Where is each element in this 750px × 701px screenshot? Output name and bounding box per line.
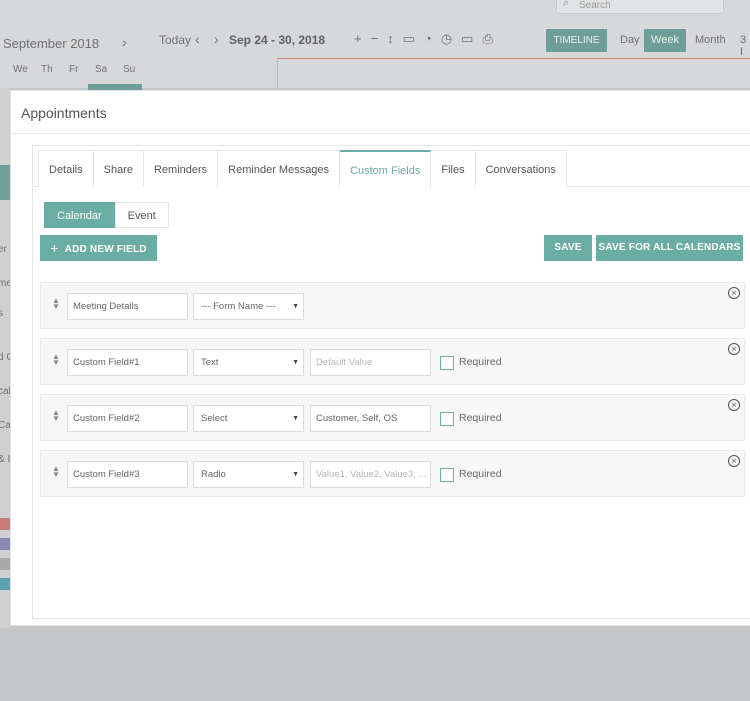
tab-details[interactable]: Details (38, 150, 94, 187)
caret-down-icon: ▼ (292, 303, 299, 310)
scope-subtabs: Calendar Event (44, 202, 169, 228)
field-name-input[interactable]: Custom Field#2 (67, 405, 188, 432)
plus-icon: + (50, 240, 59, 256)
drag-handle-icon[interactable]: ▲ ▼ (52, 353, 60, 367)
remove-field-icon[interactable]: × (728, 455, 740, 467)
default-value-input[interactable]: Default Value (310, 349, 431, 376)
custom-field-row: ▲ ▼ Custom Field#1 Text ▼ Default Value R… (40, 338, 745, 385)
weekday-label: Th (41, 64, 53, 75)
date-range: Sep 24 - 30, 2018 (229, 33, 326, 47)
field-type-select[interactable]: --- Form Name --- ▼ (193, 293, 304, 320)
weekday-label: Sa (95, 64, 108, 75)
chevron-right-icon[interactable]: › (122, 34, 127, 50)
remove-field-icon[interactable]: × (728, 343, 740, 355)
weekday-label: Su (123, 64, 136, 75)
required-label: Required (459, 468, 502, 480)
sidebar-item-fragment: & I (0, 454, 11, 465)
required-label: Required (459, 356, 502, 368)
field-type-select[interactable]: Text ▼ (193, 349, 304, 376)
subtab-event[interactable]: Event (114, 202, 169, 228)
sidebar-item-fragment: s (0, 308, 3, 319)
tab-files[interactable]: Files (431, 150, 476, 187)
add-new-field-button[interactable]: + ADD NEW FIELD (40, 235, 157, 261)
remove-field-icon[interactable]: × (728, 287, 740, 299)
caret-down-icon: ▼ (292, 415, 299, 422)
drag-handle-icon[interactable]: ▲ ▼ (52, 465, 60, 479)
modal-title: Appointments (21, 105, 107, 121)
calendar-color-chip (0, 518, 10, 530)
required-checkbox[interactable] (440, 468, 454, 482)
required-checkbox[interactable] (440, 412, 454, 426)
caret-down-icon: ▼ (292, 471, 299, 478)
caret-down-icon: ▼ (292, 359, 299, 366)
tab-custom-fields[interactable]: Custom Fields (340, 150, 432, 188)
chevron-right-icon[interactable]: › (214, 31, 219, 47)
weekday-label: We (13, 64, 28, 75)
options-input[interactable]: Value1, Value2, Value3, ... (310, 461, 431, 488)
tab-conversations[interactable]: Conversations (475, 150, 567, 187)
today-button[interactable]: Today (159, 33, 191, 47)
custom-field-row: ▲ ▼ Custom Field#3 Radio ▼ Value1, Value2… (40, 450, 745, 497)
three-day-view-button[interactable]: 3 I (740, 34, 750, 58)
day-view-button[interactable]: Day (620, 34, 640, 46)
appointments-modal: Appointments Details Share Reminders Rem… (10, 90, 750, 626)
sidebar-item-fragment: er (0, 244, 7, 255)
drag-handle-icon[interactable]: ▲ ▼ (52, 297, 60, 311)
zoom-toolbar-icons[interactable]: +−↕▭◔◷▭⎙ (354, 31, 502, 47)
divider (277, 58, 278, 90)
save-for-all-calendars-button[interactable]: SAVE FOR ALL CALENDARS (596, 235, 743, 261)
search-input[interactable]: ⌕ Search (556, 0, 724, 14)
timeline-view-button[interactable]: TIMELINE (546, 29, 607, 52)
tab-bar: Details Share Reminders Reminder Message… (33, 146, 750, 188)
mini-calendar-month: September 2018 (3, 36, 100, 51)
subtab-calendar[interactable]: Calendar (44, 202, 115, 228)
custom-field-row: ▲ ▼ Meeting Details --- Form Name --- ▼ × (40, 282, 745, 329)
settings-panel: Details Share Reminders Reminder Message… (32, 145, 750, 619)
tab-share[interactable]: Share (93, 150, 144, 187)
modal-header: Appointments (11, 91, 750, 134)
month-view-button[interactable]: Month (695, 34, 726, 46)
required-label: Required (459, 412, 502, 424)
calendar-color-chip (0, 578, 10, 590)
field-name-input[interactable]: Custom Field#1 (67, 349, 188, 376)
save-button[interactable]: SAVE (544, 235, 592, 261)
field-type-select[interactable]: Radio ▼ (193, 461, 304, 488)
sidebar-highlight (0, 165, 10, 200)
current-time-line (278, 58, 750, 59)
remove-field-icon[interactable]: × (728, 399, 740, 411)
field-type-select[interactable]: Select ▼ (193, 405, 304, 432)
field-name-input[interactable]: Custom Field#3 (67, 461, 188, 488)
chevron-left-icon[interactable]: ‹ (195, 31, 200, 47)
field-name-input[interactable]: Meeting Details (67, 293, 188, 320)
drag-handle-icon[interactable]: ▲ ▼ (52, 409, 60, 423)
required-checkbox[interactable] (440, 356, 454, 370)
search-icon: ⌕ (563, 0, 570, 9)
calendar-color-chip (0, 558, 10, 570)
tab-reminders[interactable]: Reminders (143, 150, 219, 187)
options-input[interactable]: Customer, Self, OS (310, 405, 431, 432)
weekday-label: Fr (69, 64, 79, 75)
calendar-color-chip (0, 538, 10, 550)
week-view-button[interactable]: Week (644, 29, 686, 52)
tab-reminder-messages[interactable]: Reminder Messages (218, 150, 341, 187)
custom-field-row: ▲ ▼ Custom Field#2 Select ▼ Customer, Sel… (40, 394, 745, 441)
